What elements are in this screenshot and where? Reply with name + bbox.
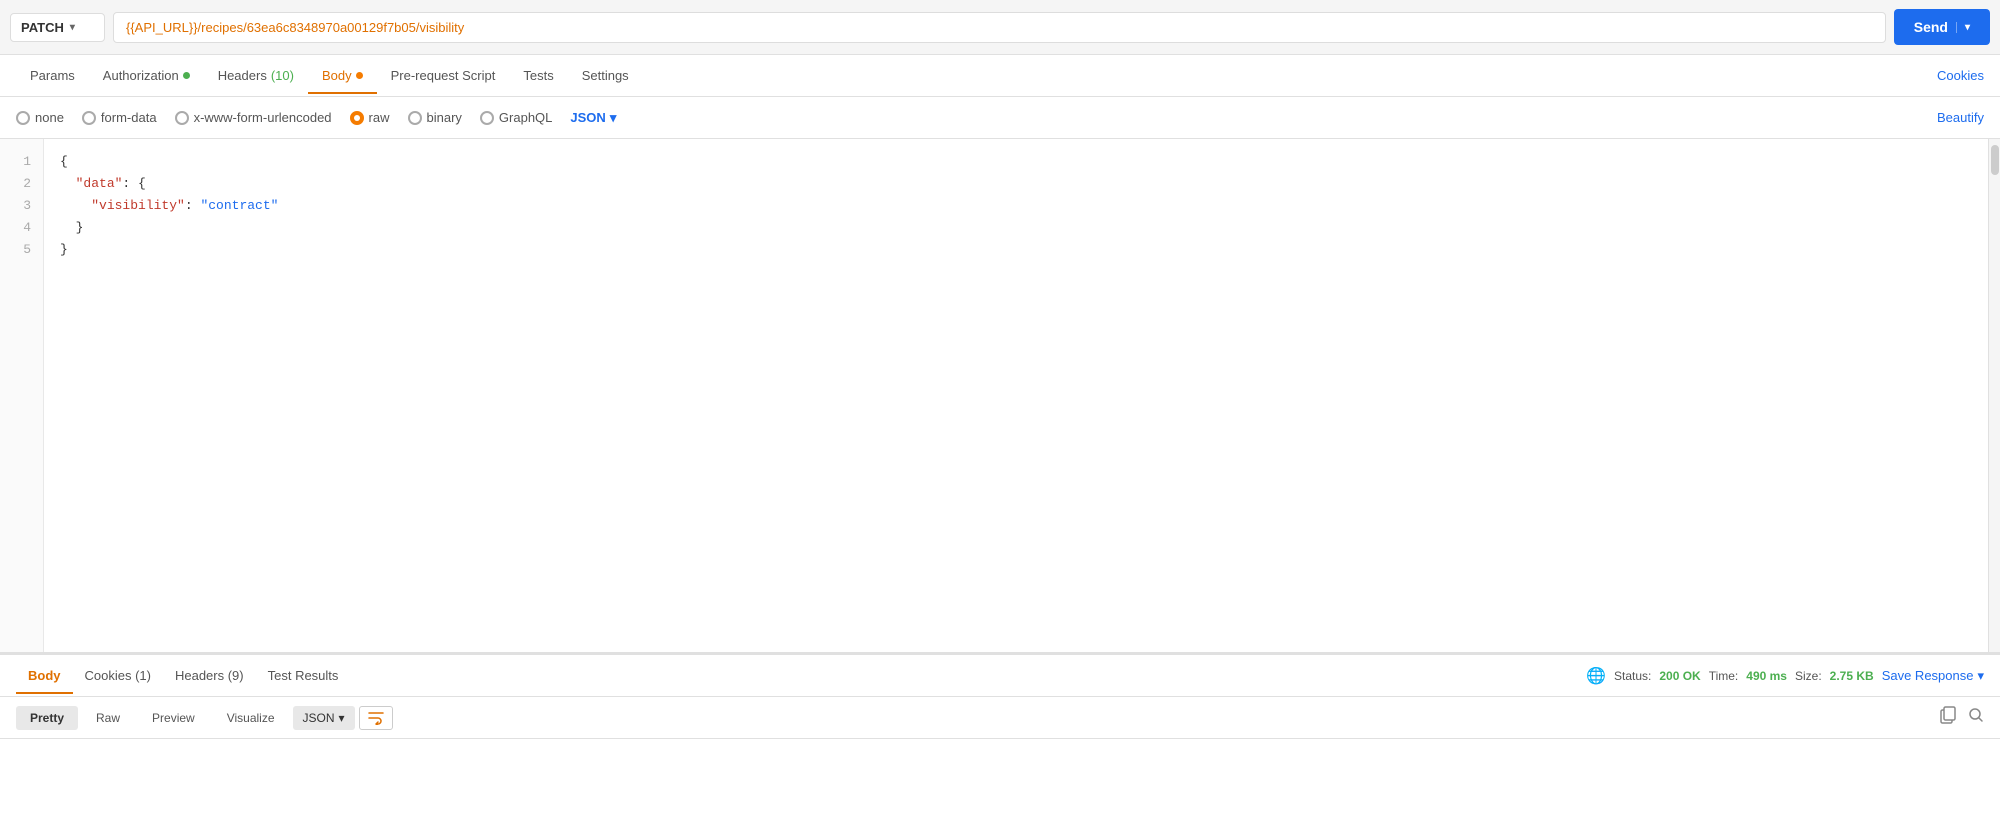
copy-button[interactable] [1940, 706, 1956, 729]
request-tabs: Params Authorization Headers (10) Body P… [0, 55, 2000, 97]
option-urlencoded[interactable]: x-www-form-urlencoded [175, 110, 332, 125]
method-label: PATCH [21, 20, 64, 35]
copy-icon-svg [1940, 706, 1956, 724]
format-pretty-button[interactable]: Pretty [16, 706, 78, 730]
cookies-link[interactable]: Cookies [1937, 68, 1984, 83]
response-format-right [1940, 706, 1984, 729]
search-button[interactable] [1968, 707, 1984, 728]
radio-binary [408, 111, 422, 125]
radio-urlencoded [175, 111, 189, 125]
body-dot [356, 72, 363, 79]
tab-authorization[interactable]: Authorization [89, 58, 204, 93]
line-num-5: 5 [0, 239, 43, 261]
radio-form-data [82, 111, 96, 125]
response-format-row: Pretty Raw Preview Visualize JSON ▾ [0, 697, 2000, 739]
body-options: none form-data x-www-form-urlencoded raw… [0, 97, 2000, 139]
method-chevron: ▾ [70, 22, 75, 33]
globe-icon: 🌐 [1586, 666, 1606, 686]
send-button[interactable]: Send ▾ [1894, 9, 1990, 45]
line-num-2: 2 [0, 173, 43, 195]
response-tab-headers[interactable]: Headers (9) [163, 658, 256, 693]
tab-settings[interactable]: Settings [568, 58, 643, 93]
tab-params[interactable]: Params [16, 58, 89, 93]
tab-headers[interactable]: Headers (10) [204, 58, 308, 93]
line-num-4: 4 [0, 217, 43, 239]
tab-body[interactable]: Body [308, 58, 377, 93]
app-container: PATCH ▾ Send ▾ Params Authorization Head… [0, 0, 2000, 833]
send-label: Send [1914, 19, 1948, 35]
radio-none [16, 111, 30, 125]
url-bar: PATCH ▾ Send ▾ [0, 0, 2000, 55]
response-json-dropdown[interactable]: JSON ▾ [293, 706, 355, 730]
option-none[interactable]: none [16, 110, 64, 125]
line-numbers: 1 2 3 4 5 [0, 139, 44, 652]
code-line-4: } [60, 217, 1972, 239]
json-format-dropdown[interactable]: JSON ▾ [570, 110, 616, 126]
code-body[interactable]: { "data": { "visibility": "contract" } } [44, 139, 1988, 652]
response-tab-body[interactable]: Body [16, 658, 73, 693]
response-tab-cookies[interactable]: Cookies (1) [73, 658, 163, 693]
radio-raw [350, 111, 364, 125]
save-response-button[interactable]: Save Response ▾ [1882, 668, 1984, 684]
code-line-1: { [60, 151, 1972, 173]
scrollbar-track[interactable] [1988, 139, 2000, 652]
code-line-2: "data": { [60, 173, 1972, 195]
line-num-3: 3 [0, 195, 43, 217]
tabs-right: Cookies [1937, 68, 1984, 83]
tab-tests[interactable]: Tests [509, 58, 567, 93]
format-preview-button[interactable]: Preview [138, 706, 209, 730]
format-raw-button[interactable]: Raw [82, 706, 134, 730]
response-status: 🌐 Status: 200 OK Time: 490 ms Size: 2.75… [1586, 666, 1984, 686]
beautify-button[interactable]: Beautify [1937, 110, 1984, 125]
wrap-icon [368, 711, 384, 725]
search-icon-svg [1968, 707, 1984, 723]
tab-prerequest[interactable]: Pre-request Script [377, 58, 510, 93]
option-form-data[interactable]: form-data [82, 110, 157, 125]
url-input[interactable] [113, 12, 1886, 43]
method-dropdown[interactable]: PATCH ▾ [10, 13, 105, 42]
code-line-3: "visibility": "contract" [60, 195, 1972, 217]
option-binary[interactable]: binary [408, 110, 462, 125]
code-line-5: } [60, 239, 1972, 261]
response-tab-test-results[interactable]: Test Results [256, 658, 351, 693]
body-options-right: Beautify [1937, 110, 1984, 125]
scrollbar-thumb[interactable] [1991, 145, 1999, 175]
option-graphql[interactable]: GraphQL [480, 110, 552, 125]
radio-graphql [480, 111, 494, 125]
line-num-1: 1 [0, 151, 43, 173]
format-visualize-button[interactable]: Visualize [213, 706, 289, 730]
option-raw[interactable]: raw [350, 110, 390, 125]
response-tabs: Body Cookies (1) Headers (9) Test Result… [0, 655, 2000, 697]
code-editor: 1 2 3 4 5 { "data": { "visibility": "con… [0, 139, 2000, 653]
response-section: Body Cookies (1) Headers (9) Test Result… [0, 653, 2000, 833]
authorization-dot [183, 72, 190, 79]
wrap-button[interactable] [359, 706, 393, 730]
send-chevron: ▾ [1956, 22, 1970, 33]
